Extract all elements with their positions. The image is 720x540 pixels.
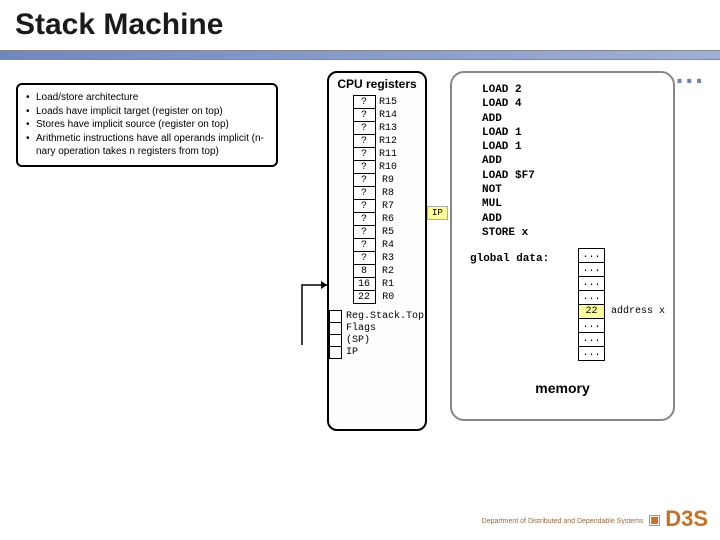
reg-value: ? [353, 226, 375, 239]
mem-annotation [605, 333, 666, 347]
reg-value: ? [353, 187, 375, 200]
reg-value: ? [353, 96, 375, 109]
reg-name: R11 [375, 148, 401, 161]
logo-icon: ▣ [648, 511, 661, 528]
bullet-item: Load/store architecture [26, 91, 268, 105]
slide-title: Stack Machine [15, 8, 705, 42]
reg-value: ? [353, 122, 375, 135]
bullet-item: Loads have implicit target (register on … [26, 105, 268, 119]
extra-reg-box [330, 311, 342, 323]
reg-name: R10 [375, 161, 401, 174]
mem-annotation [605, 291, 666, 305]
slide-content: Load/store architecture Loads have impli… [0, 60, 720, 520]
reg-value: 22 [353, 291, 375, 304]
reg-value: 8 [353, 265, 375, 278]
asm-line: NOT [482, 183, 673, 197]
reg-name: R3 [375, 252, 401, 265]
bullets-panel: Load/store architecture Loads have impli… [16, 83, 278, 167]
mem-cell: 22 [579, 305, 605, 319]
reg-name: R1 [375, 278, 401, 291]
reg-value: ? [353, 174, 375, 187]
asm-line: ADD [482, 112, 673, 126]
reg-name: R2 [375, 265, 401, 278]
asm-line: LOAD 1 [482, 140, 673, 154]
mem-annotation [605, 277, 666, 291]
bullet-item: Stores have implicit source (register on… [26, 118, 268, 132]
register-table: ?R15?R14?R13?R12?R11?R10?R9?R8?R7?R6?R5?… [353, 95, 402, 304]
asm-line: ADD [482, 154, 673, 168]
brand-text: D3S [665, 506, 708, 532]
reg-value: ? [353, 109, 375, 122]
cpu-panel: CPU registers ?R15?R14?R13?R12?R11?R10?R… [327, 71, 427, 431]
mem-cell: ... [579, 263, 605, 277]
ip-pointer: IP [427, 206, 448, 220]
reg-name: R15 [375, 96, 401, 109]
memory-panel: IP LOAD 2LOAD 4ADDLOAD 1LOAD 1ADDLOAD $F… [450, 71, 675, 421]
slide-header: Stack Machine [0, 0, 720, 60]
asm-line: ADD [482, 212, 673, 226]
reg-name: R6 [375, 213, 401, 226]
reg-name: R12 [375, 135, 401, 148]
reg-name: R14 [375, 109, 401, 122]
dept-text: Department of Distributed and Dependable… [482, 518, 644, 525]
reg-value: ? [353, 148, 375, 161]
mem-cell: ... [579, 319, 605, 333]
extra-reg-box [330, 323, 342, 335]
reg-name: R4 [375, 239, 401, 252]
asm-line: LOAD 4 [482, 97, 673, 111]
reg-value: ? [353, 200, 375, 213]
bullets-list: Load/store architecture Loads have impli… [26, 91, 268, 159]
reg-name: R13 [375, 122, 401, 135]
mem-cell: ... [579, 249, 605, 263]
title-underline [0, 50, 720, 60]
mem-annotation [605, 263, 666, 277]
extra-reg-box [330, 335, 342, 347]
mem-annotation [605, 347, 666, 361]
mem-cell: ... [579, 291, 605, 305]
extra-reg-box [330, 347, 342, 359]
asm-line: MUL [482, 197, 673, 211]
assembly-listing: LOAD 2LOAD 4ADDLOAD 1LOAD 1ADDLOAD $F7NO… [452, 73, 673, 240]
reg-name: R9 [375, 174, 401, 187]
reg-value: 16 [353, 278, 375, 291]
reg-name: R7 [375, 200, 401, 213]
mem-cell: ... [579, 347, 605, 361]
asm-line: LOAD 1 [482, 126, 673, 140]
memory-title: memory [455, 380, 670, 396]
asm-line: STORE x [482, 226, 673, 240]
mem-annotation [605, 319, 666, 333]
extra-reg-label: Flags [341, 323, 424, 335]
reg-value: ? [353, 239, 375, 252]
mem-annotation [605, 249, 666, 263]
mem-annotation: address x [605, 305, 666, 319]
extra-reg-label: IP [341, 347, 424, 359]
memory-cells: ............22address x......... [578, 248, 666, 361]
mem-cell: ... [579, 277, 605, 291]
bullet-item: Arithmetic instructions have all operand… [26, 132, 268, 159]
asm-line: LOAD $F7 [482, 169, 673, 183]
extra-reg-label: (SP) [341, 335, 424, 347]
extra-reg-label: Reg.Stack.Top [341, 311, 424, 323]
footer-logo: Department of Distributed and Dependable… [482, 506, 708, 532]
reg-value: ? [353, 252, 375, 265]
reg-value: ? [353, 161, 375, 174]
reg-name: R8 [375, 187, 401, 200]
reg-value: ? [353, 213, 375, 226]
reg-name: R5 [375, 226, 401, 239]
asm-line: LOAD 2 [482, 83, 673, 97]
reg-value: ? [353, 135, 375, 148]
extra-registers: Reg.Stack.TopFlags(SP)IP [329, 310, 425, 359]
reg-name: R0 [375, 291, 401, 304]
mem-cell: ... [579, 333, 605, 347]
global-data-label: global data: [470, 253, 549, 265]
cpu-title: CPU registers [329, 73, 425, 93]
